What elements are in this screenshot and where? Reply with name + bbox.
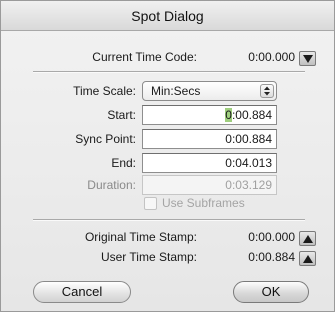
end-label: End: [111,156,136,170]
sync-point-field[interactable]: 0:00.884 [142,129,277,149]
sync-point-label: Sync Point: [75,132,136,146]
user-time-stamp-label: User Time Stamp: [100,250,197,264]
current-time-code-value: 0:00.000 [248,50,295,64]
user-time-stamp-button[interactable] [299,251,316,266]
end-field[interactable]: 0:04.013 [142,153,277,173]
current-time-code-label: Current Time Code: [92,50,197,64]
ok-button[interactable]: OK [233,281,309,303]
original-time-stamp-value: 0:00.000 [248,230,295,244]
separator [33,219,305,221]
arrow-up-icon [303,235,313,243]
arrow-down-icon [303,55,313,63]
start-label: Start: [107,108,136,122]
start-field-highlight: 0 [225,108,232,122]
current-time-code-button[interactable] [299,51,316,66]
original-time-stamp-label: Original Time Stamp: [84,230,197,244]
duration-label: Duration: [87,178,136,192]
window-title: Spot Dialog [1,1,334,31]
start-field-value: :00.884 [231,108,272,122]
time-scale-selected: Min:Secs [151,84,201,98]
spot-dialog: Spot Dialog Current Time Code: 0:00.000 … [0,0,335,312]
original-time-stamp-button[interactable] [299,231,316,246]
time-scale-select[interactable]: Min:Secs [142,81,277,101]
use-subframes-checkbox [144,197,157,210]
user-time-stamp-value: 0:00.884 [248,250,295,264]
separator [33,71,305,73]
start-field[interactable]: 0:00.884 [142,105,277,125]
use-subframes-label: Use Subframes [162,196,245,210]
updown-stepper-icon [260,84,274,98]
duration-field: 0:03.129 [142,175,277,195]
time-scale-label: Time Scale: [73,84,136,98]
cancel-button[interactable]: Cancel [33,281,131,303]
arrow-up-icon [303,255,313,263]
use-subframes-option: Use Subframes [144,196,274,213]
